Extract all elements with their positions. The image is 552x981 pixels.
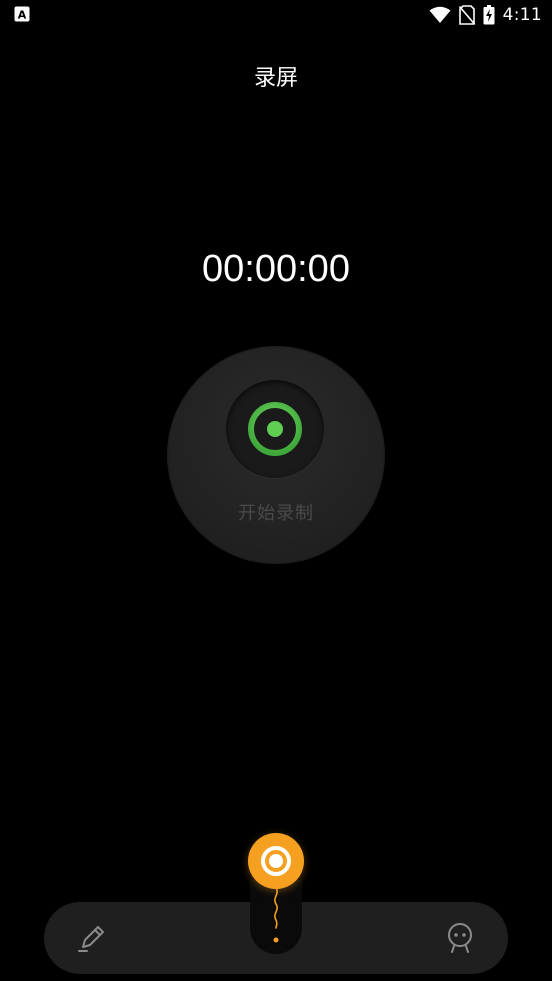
pen-edit-icon[interactable] xyxy=(74,920,110,956)
svg-text:A: A xyxy=(18,9,27,22)
status-time: 4:11 xyxy=(502,5,542,25)
status-icons: 4:11 xyxy=(429,4,542,26)
app-a-icon: A xyxy=(14,6,30,22)
tail-squiggle-icon xyxy=(273,887,279,943)
robot-face-icon[interactable] xyxy=(442,920,478,956)
start-recording-label: 开始录制 xyxy=(238,503,314,524)
battery-charging-icon xyxy=(483,5,495,25)
no-sim-icon xyxy=(458,5,475,25)
record-icon-well xyxy=(226,380,324,478)
center-tab-tail xyxy=(250,880,302,954)
record-tab-button[interactable] xyxy=(248,833,304,889)
record-target-icon xyxy=(248,402,302,456)
record-ring-icon xyxy=(261,846,291,876)
page-title: 录屏 xyxy=(253,66,298,91)
start-recording-button[interactable]: 开始录制 xyxy=(168,347,384,563)
wifi-icon xyxy=(429,6,451,23)
status-bar: A 4:11 xyxy=(0,0,552,30)
recording-timer: 00:00:00 xyxy=(202,248,350,290)
